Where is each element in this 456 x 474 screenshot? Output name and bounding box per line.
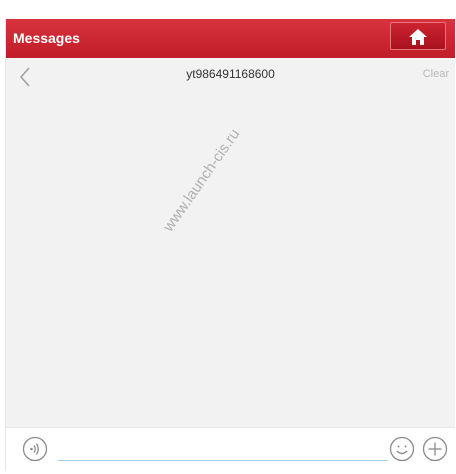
title-bar: Messages (6, 19, 455, 58)
voice-icon (22, 436, 48, 462)
message-input[interactable] (58, 442, 388, 461)
voice-button[interactable] (22, 436, 48, 462)
app-window: Messages yt986491168600 Clear (5, 19, 455, 471)
smiley-icon (389, 436, 415, 462)
chat-header: yt986491168600 Clear (6, 58, 455, 94)
home-button[interactable] (390, 22, 446, 50)
emoji-button[interactable] (389, 436, 415, 462)
message-input-bar (6, 427, 455, 471)
plus-circle-icon (422, 436, 448, 462)
more-button[interactable] (422, 436, 448, 462)
clear-button[interactable]: Clear (423, 68, 449, 80)
app-title: Messages (13, 30, 80, 46)
chat-contact-id: yt986491168600 (186, 67, 275, 81)
home-icon (409, 29, 427, 45)
